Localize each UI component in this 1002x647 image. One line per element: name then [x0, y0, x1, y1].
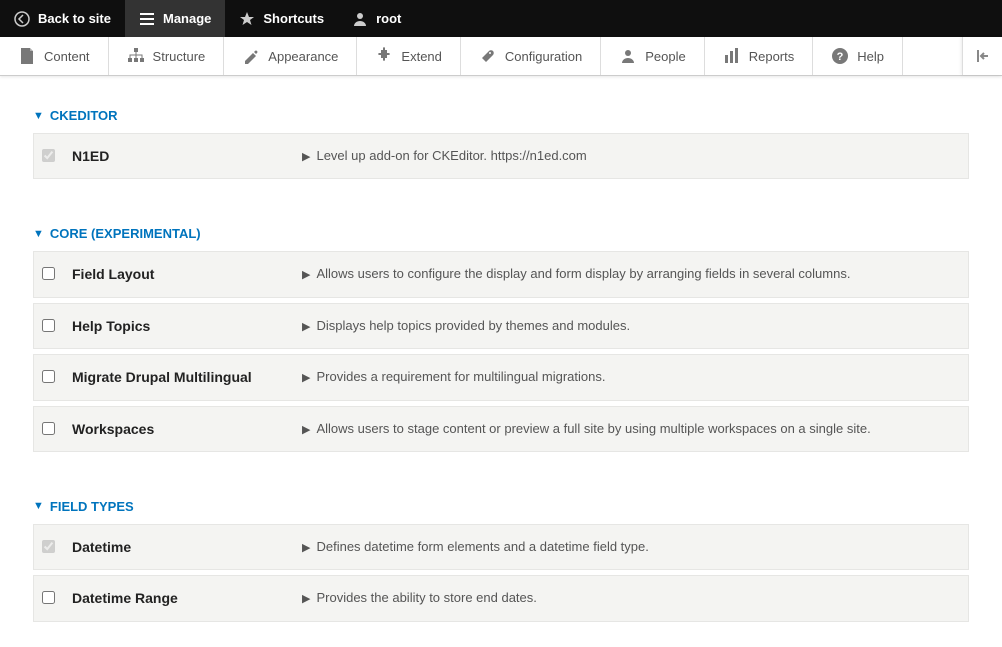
hamburger-icon [139, 11, 155, 27]
toolbar-orientation-toggle[interactable] [962, 37, 1002, 75]
module-enable-checkbox[interactable] [42, 319, 55, 332]
module-enable-checkbox[interactable] [42, 422, 55, 435]
module-name: N1ED [72, 147, 302, 165]
configuration-icon [479, 47, 497, 65]
module-row: Datetime Range▶ Provides the ability to s… [33, 575, 969, 621]
extend-modules-list: ▼CKEDITORN1ED▶Level up add-on for CKEdit… [0, 76, 1002, 647]
module-enable-checkbox [42, 149, 55, 162]
people-icon [619, 47, 637, 65]
tab-people-label: People [645, 49, 685, 64]
module-name: Field Layout [72, 265, 302, 283]
help-icon: ? [831, 47, 849, 65]
manage-label: Manage [163, 11, 211, 26]
disclosure-triangle-icon: ▼ [33, 110, 44, 122]
disclosure-triangle-icon: ▼ [33, 500, 44, 512]
details-toggle-icon[interactable]: ▶ [302, 541, 310, 556]
module-row: Datetime▶ Defines datetime form elements … [33, 524, 969, 570]
module-group-title: CORE (EXPERIMENTAL) [50, 226, 201, 241]
tab-structure-label: Structure [153, 49, 206, 64]
tab-structure[interactable]: Structure [109, 37, 225, 75]
module-description: ▶ Defines datetime form elements and a da… [302, 538, 954, 556]
tab-appearance-label: Appearance [268, 49, 338, 64]
manage-toggle[interactable]: Manage [125, 0, 225, 37]
module-description-text: Displays help topics provided by themes … [316, 317, 630, 335]
module-group-heading[interactable]: ▼ FIELD TYPES [33, 499, 969, 514]
extend-icon [375, 47, 393, 65]
module-description: ▶ Level up add-on for CKEditor. https://n… [302, 147, 954, 165]
tab-help[interactable]: ? Help [813, 37, 903, 75]
module-group-heading[interactable]: ▼ CKEDITOR [33, 108, 969, 123]
details-toggle-icon[interactable]: ▶ [302, 320, 310, 335]
back-arrow-icon [14, 11, 30, 27]
back-to-site-label: Back to site [38, 11, 111, 26]
module-group-heading[interactable]: ▼ CORE (EXPERIMENTAL) [33, 226, 969, 241]
content-icon [18, 47, 36, 65]
structure-icon [127, 47, 145, 65]
module-name: Help Topics [72, 317, 302, 335]
module-enable-checkbox[interactable] [42, 591, 55, 604]
module-name: Migrate Drupal Multilingual [72, 368, 302, 386]
tab-reports[interactable]: Reports [705, 37, 814, 75]
user-icon [352, 11, 368, 27]
tab-extend-label: Extend [401, 49, 441, 64]
module-enable-checkbox[interactable] [42, 267, 55, 280]
module-row: Help Topics▶ Displays help topics provide… [33, 303, 969, 349]
module-name: Workspaces [72, 420, 302, 438]
admin-secondary-nav: Content Structure Appearance Extend Conf… [0, 37, 1002, 76]
module-description-text: Level up add-on for CKEditor. https://n1… [316, 147, 586, 165]
module-description: ▶ Allows users to configure the display a… [302, 265, 954, 283]
details-toggle-icon[interactable]: ▶ [302, 268, 310, 283]
details-toggle-icon[interactable]: ▶ [302, 371, 310, 386]
module-description: ▶ Allows users to stage content or previe… [302, 420, 954, 438]
details-toggle-icon[interactable]: ▶ [302, 592, 310, 607]
module-description-text: Provides a requirement for multilingual … [316, 368, 605, 386]
shortcuts-link[interactable]: Shortcuts [225, 0, 338, 37]
shortcuts-label: Shortcuts [263, 11, 324, 26]
user-menu[interactable]: root [338, 0, 415, 37]
details-toggle-icon[interactable]: ▶ [302, 150, 310, 165]
tab-help-label: Help [857, 49, 884, 64]
module-row: Migrate Drupal Multilingual▶ Provides a r… [33, 354, 969, 400]
star-icon [239, 11, 255, 27]
module-description-text: Defines datetime form elements and a dat… [316, 538, 648, 556]
module-row: N1ED▶ Level up add-on for CKEditor. https… [33, 133, 969, 179]
tab-content[interactable]: Content [0, 37, 109, 75]
module-description: ▶ Provides the ability to store end dates… [302, 589, 954, 607]
appearance-icon [242, 47, 260, 65]
back-to-site-link[interactable]: Back to site [0, 0, 125, 37]
module-description: ▶ Displays help topics provided by themes… [302, 317, 954, 335]
user-label: root [376, 11, 401, 26]
tab-people[interactable]: People [601, 37, 704, 75]
module-row: Field Layout▶ Allows users to configure t… [33, 251, 969, 297]
module-name: Datetime [72, 538, 302, 556]
module-group-title: CKEDITOR [50, 108, 118, 123]
svg-text:?: ? [837, 51, 844, 63]
details-toggle-icon[interactable]: ▶ [302, 423, 310, 438]
tab-reports-label: Reports [749, 49, 795, 64]
module-row: Workspaces▶ Allows users to stage content… [33, 406, 969, 452]
module-description-text: Provides the ability to store end dates. [316, 589, 536, 607]
module-description: ▶ Provides a requirement for multilingual… [302, 368, 954, 386]
tab-extend[interactable]: Extend [357, 37, 460, 75]
reports-icon [723, 47, 741, 65]
module-enable-checkbox[interactable] [42, 370, 55, 383]
module-group-title: FIELD TYPES [50, 499, 134, 514]
tab-appearance[interactable]: Appearance [224, 37, 357, 75]
module-name: Datetime Range [72, 589, 302, 607]
module-description-text: Allows users to stage content or preview… [316, 420, 870, 438]
tab-configuration-label: Configuration [505, 49, 582, 64]
tab-configuration[interactable]: Configuration [461, 37, 601, 75]
module-enable-checkbox [42, 540, 55, 553]
module-description-text: Allows users to configure the display an… [316, 265, 850, 283]
collapse-icon [975, 48, 991, 64]
disclosure-triangle-icon: ▼ [33, 228, 44, 240]
admin-toolbar: Back to site Manage Shortcuts root [0, 0, 1002, 37]
tab-content-label: Content [44, 49, 90, 64]
